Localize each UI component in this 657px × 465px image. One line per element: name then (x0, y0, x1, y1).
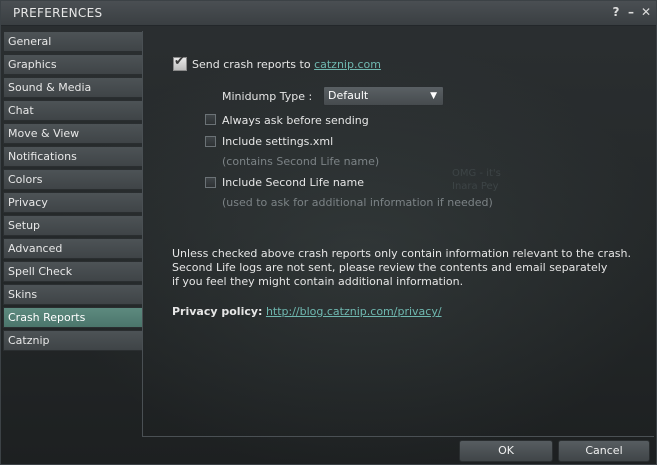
include-settings-hint: (contains Second Life name) (222, 155, 380, 168)
sidebar-item-graphics[interactable]: Graphics (3, 54, 143, 75)
sidebar-item-privacy[interactable]: Privacy (3, 192, 143, 213)
sidebar-item-general[interactable]: General (3, 31, 143, 52)
watermark-line-1: OMG - it's (452, 168, 501, 179)
privacy-policy-link[interactable]: http://blog.catznip.com/privacy/ (266, 305, 442, 318)
include-settings-checkbox[interactable] (205, 136, 216, 147)
ok-button[interactable]: OK (459, 440, 553, 462)
info-line-3: if you feel they might contain additiona… (172, 275, 464, 288)
info-line-1: Unless checked above crash reports only … (172, 247, 632, 260)
window-title: PREFERENCES (13, 6, 103, 20)
sidebar-item-catznip[interactable]: Catznip (3, 330, 143, 351)
send-crash-reports-label: Send crash reports to catznip.com (192, 58, 381, 71)
sidebar: General Graphics Sound & Media Chat Move… (3, 31, 143, 353)
include-name-label: Include Second Life name (222, 176, 365, 189)
include-settings-label: Include settings.xml (222, 135, 334, 148)
sidebar-item-skins[interactable]: Skins (3, 284, 143, 305)
always-ask-checkbox[interactable] (205, 114, 216, 125)
minidump-type-label: Minidump Type : (222, 90, 313, 103)
background-watermark: OMG - it's Inara Pey (452, 167, 501, 193)
watermark-line-2: Inara Pey (452, 181, 499, 192)
checkmark-icon: ✔ (174, 54, 185, 69)
info-line-2: Second Life logs are not sent, please re… (172, 261, 608, 274)
send-crash-reports-checkbox[interactable]: ✔ (173, 54, 187, 71)
crash-info-text: Unless checked above crash reports only … (172, 247, 642, 289)
sidebar-item-sound-media[interactable]: Sound & Media (3, 77, 143, 98)
catznip-link[interactable]: catznip.com (314, 58, 381, 71)
help-button[interactable]: ? (609, 4, 623, 20)
chevron-down-icon: ▼ (430, 91, 437, 101)
privacy-policy-label: Privacy policy: (172, 305, 263, 318)
sidebar-item-chat[interactable]: Chat (3, 100, 143, 121)
minidump-type-value: Default (328, 89, 369, 102)
sidebar-item-setup[interactable]: Setup (3, 215, 143, 236)
include-name-checkbox[interactable] (205, 177, 216, 188)
sidebar-item-move-view[interactable]: Move & View (3, 123, 143, 144)
sidebar-item-crash-reports[interactable]: Crash Reports (3, 307, 143, 328)
preferences-window: PREFERENCES ? – ✕ General Graphics Sound… (0, 0, 657, 465)
privacy-policy-row: Privacy policy: http://blog.catznip.com/… (172, 305, 442, 318)
minimize-button[interactable]: – (624, 4, 638, 20)
always-ask-label: Always ask before sending (222, 114, 369, 127)
title-bar[interactable]: PREFERENCES ? – ✕ (1, 1, 656, 26)
sidebar-item-notifications[interactable]: Notifications (3, 146, 143, 167)
cancel-button[interactable]: Cancel (558, 440, 650, 462)
close-button[interactable]: ✕ (639, 4, 653, 20)
sidebar-item-advanced[interactable]: Advanced (3, 238, 143, 259)
include-name-hint: (used to ask for additional information … (222, 196, 493, 209)
send-crash-reports-text: Send crash reports to (192, 58, 311, 71)
sidebar-item-spell-check[interactable]: Spell Check (3, 261, 143, 282)
sidebar-item-colors[interactable]: Colors (3, 169, 143, 190)
minidump-type-dropdown[interactable]: Default ▼ (323, 86, 444, 106)
